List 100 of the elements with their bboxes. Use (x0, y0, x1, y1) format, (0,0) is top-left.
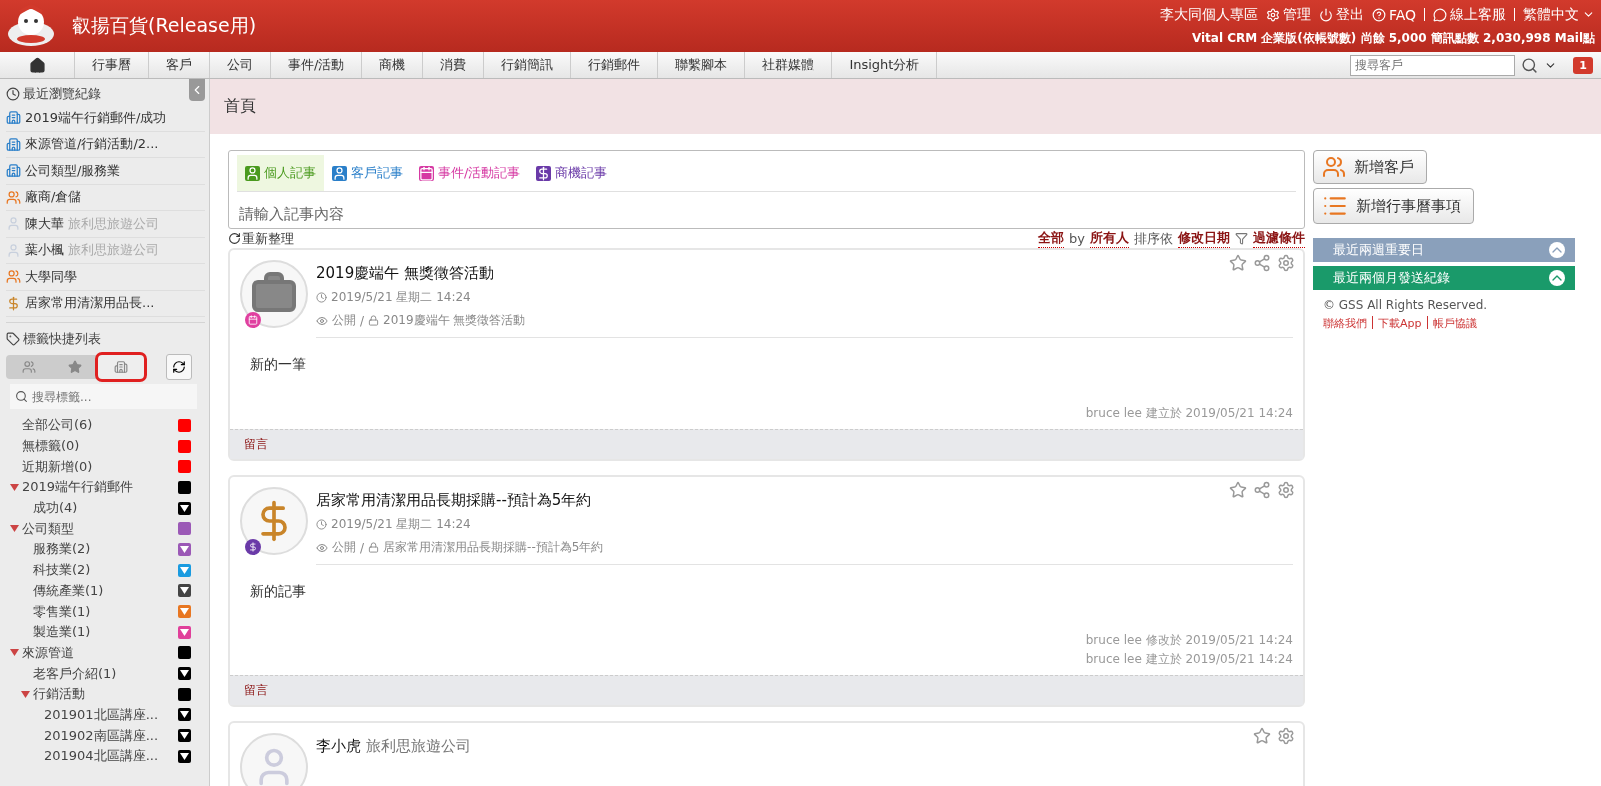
eye-icon (316, 314, 328, 327)
tag-dropdown-swatch[interactable] (178, 729, 191, 743)
widget-header[interactable]: 最近兩個月發送紀錄 (1313, 266, 1575, 290)
refresh-button[interactable] (166, 354, 192, 380)
nav-tab[interactable]: 行事曆 (75, 52, 149, 78)
clock-icon (316, 519, 327, 530)
person-icon (6, 242, 21, 258)
power-icon (1318, 7, 1333, 22)
person-icon (332, 165, 347, 181)
footer-link[interactable]: 帳戶協議 (1432, 316, 1477, 331)
nav-tab[interactable]: 社群媒體 (745, 52, 833, 78)
tag-item[interactable]: 201904北區講座... (6, 746, 205, 767)
nav-tab[interactable]: 行銷郵件 (571, 52, 659, 78)
post-audit-text: bruce lee 建立於 2019/05/21 14:24 (1084, 651, 1294, 668)
owner-link[interactable]: 所有人 (1090, 229, 1129, 248)
nav-tab[interactable]: 客戶 (149, 52, 210, 78)
tag-dropdown-swatch[interactable] (178, 542, 191, 556)
collapse-icon (1549, 270, 1565, 286)
header-link[interactable]: 李大同個人專區 (1159, 5, 1258, 24)
building-tag-icon (6, 110, 21, 126)
tag-search-field[interactable]: 搜尋標籤... (10, 384, 197, 409)
nav-tab[interactable]: 聯繫腳本 (658, 52, 746, 78)
tag-dropdown-swatch[interactable] (178, 584, 191, 598)
tag-item[interactable]: 來源管道 (6, 642, 205, 664)
tag-item[interactable]: 無標籤(0) (6, 435, 205, 457)
related-link[interactable]: 2019慶端午 無獎徵答活動 (383, 312, 526, 329)
tag-item[interactable]: 製造業(1) (6, 621, 205, 643)
notification-badge[interactable]: 1 (1573, 56, 1593, 74)
star-icon (1229, 254, 1247, 272)
tag-dropdown-swatch[interactable] (178, 749, 191, 763)
visibility-text: 公開 (332, 539, 356, 556)
customer-search-field[interactable]: 搜尋客戶 (1350, 54, 1516, 76)
filter-icon (1235, 232, 1248, 245)
refresh-link[interactable]: 重新整理 (228, 229, 294, 248)
people-tag-icon (6, 189, 21, 205)
related-link[interactable]: 居家常用清潔用品長期採購--預計為5年約 (383, 539, 604, 556)
post-title[interactable]: 2019慶端午 無獎徵答活動 (316, 264, 1293, 283)
nav-tab[interactable]: 消費 (423, 52, 485, 78)
recent-item[interactable]: 公司類型/服務業 (6, 158, 205, 185)
tag-item[interactable]: 老客戶介紹(1) (6, 663, 205, 684)
post-title[interactable]: 李小虎 旅利思旅遊公司 (316, 737, 1293, 756)
nav-tab[interactable]: Insight分析 (832, 52, 938, 78)
header-link[interactable]: FAQ (1371, 6, 1416, 23)
filter-link[interactable]: 過濾條件 (1253, 229, 1305, 248)
star-icon (1253, 727, 1271, 745)
scope-link[interactable]: 全部 (1038, 229, 1065, 248)
tag-item[interactable]: 201901北區講座... (6, 704, 205, 726)
nav-tab[interactable]: 公司 (210, 52, 271, 78)
header-link[interactable]: 線上客服 (1433, 5, 1506, 24)
recent-item[interactable]: 2019端午行銷郵件/成功 (6, 105, 205, 132)
nav-tab[interactable]: 商機 (362, 52, 424, 78)
tag-item[interactable]: 行銷活動 (6, 683, 205, 705)
tag-item[interactable]: 傳統產業(1) (6, 580, 205, 602)
note-type-tab[interactable]: 客戶記事 (324, 155, 411, 191)
tag-item[interactable]: 近期新增(0) (6, 456, 205, 478)
sort-link[interactable]: 修改日期 (1178, 229, 1230, 248)
header-link[interactable]: 繁體中文 (1523, 5, 1595, 24)
tag-dropdown-swatch[interactable] (178, 667, 191, 681)
tag-item[interactable]: 成功(4) (6, 497, 205, 519)
tag-dropdown-swatch[interactable] (178, 605, 191, 619)
tag-dropdown-swatch[interactable] (178, 625, 191, 639)
recent-item[interactable]: 大學同學 (6, 264, 205, 291)
nav-tab[interactable]: 事件/活動 (271, 52, 363, 78)
add-button[interactable]: 新增客戶 (1313, 150, 1427, 184)
header-link[interactable]: 登出 (1318, 5, 1364, 24)
nav-tab[interactable]: 行銷簡訊 (484, 52, 572, 78)
comment-link[interactable]: 留言 (230, 429, 1303, 459)
tag-dropdown-swatch[interactable] (178, 563, 191, 577)
tag-item[interactable]: 零售業(1) (6, 601, 205, 622)
recent-item[interactable]: 廠商/倉儲 (6, 184, 205, 211)
footer-link[interactable]: 下載App (1378, 316, 1422, 331)
tag-item[interactable]: 科技業(2) (6, 559, 205, 581)
recent-item[interactable]: 居家常用清潔用品長... (6, 290, 205, 317)
person-icon (245, 165, 260, 181)
tag-item[interactable]: 全部公司(6) (6, 415, 205, 436)
tag-item[interactable]: 公司類型 (6, 518, 205, 540)
page-title: 首頁 (224, 96, 256, 117)
tag-item[interactable]: 201902南區講座... (6, 725, 205, 746)
collapse-handle[interactable] (189, 79, 205, 101)
home-icon (28, 56, 46, 74)
tag-dropdown-swatch[interactable] (178, 708, 191, 722)
tag-dropdown-swatch[interactable] (178, 501, 191, 515)
recent-item[interactable]: 來源管道/行銷活動/2... (6, 131, 205, 158)
post-title[interactable]: 居家常用清潔用品長期採購--預計為5年約 (316, 491, 1293, 510)
tag-item[interactable]: 服務業(2) (6, 539, 205, 560)
add-button[interactable]: 新增行事曆事項 (1313, 188, 1474, 224)
star-icon (68, 360, 82, 374)
account-info: Vital CRM 企業版(依帳號數) 尚餘 5,000 簡訊點數 2,030,998 Mail點 (1191, 29, 1595, 47)
comment-link[interactable]: 留言 (230, 675, 1303, 705)
header-link[interactable]: 管理 (1265, 5, 1311, 24)
recent-item[interactable]: 陳大華 旅利思旅遊公司 (6, 211, 205, 238)
recent-item[interactable]: 葉小楓 旅利思旅遊公司 (6, 237, 205, 264)
tag-filter-tab[interactable] (98, 355, 144, 379)
note-type-tab[interactable]: 事件/活動記事 (411, 155, 529, 191)
footer-link[interactable]: 聯絡我們 (1323, 316, 1367, 331)
post-audit-text: bruce lee 修改於 2019/05/21 14:24 (1084, 632, 1294, 649)
section-title: 最近瀏覽紀錄 (23, 85, 101, 103)
tag-item[interactable]: 2019端午行銷郵件 (6, 477, 205, 498)
chat-icon (1433, 7, 1447, 22)
note-type-tab[interactable]: 商機記事 (528, 155, 616, 191)
